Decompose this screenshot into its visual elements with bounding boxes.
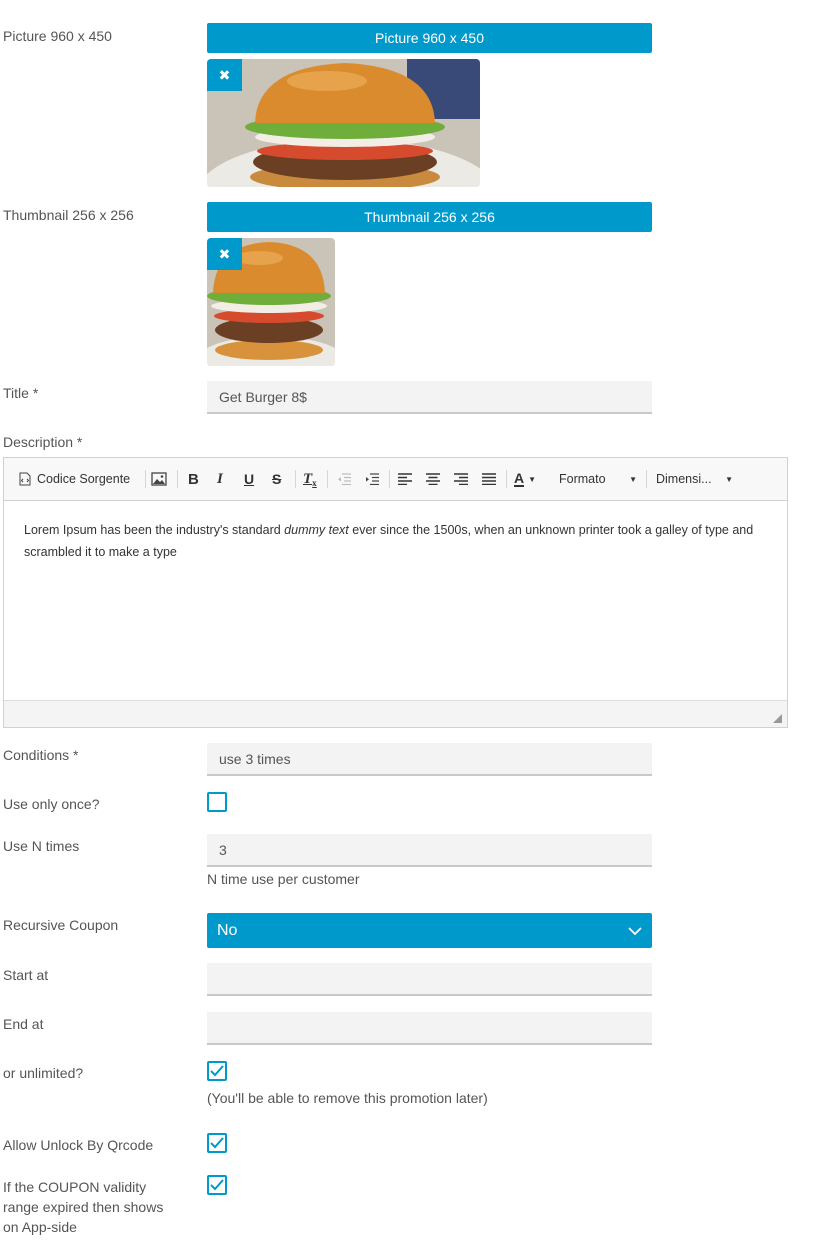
use-n-times-label: Use N times	[3, 838, 80, 854]
toolbar-divider	[327, 470, 328, 488]
text-color-icon: A	[514, 470, 525, 487]
outdent-icon	[338, 473, 351, 485]
use-n-times-help: N time use per customer	[207, 871, 360, 887]
title-input[interactable]: Get Burger 8$	[207, 381, 652, 414]
recursive-coupon-label: Recursive Coupon	[3, 917, 119, 933]
toolbar-divider	[506, 470, 507, 488]
description-italic-text: dummy text	[284, 523, 349, 537]
resize-handle-icon[interactable]	[773, 714, 782, 723]
end-at-label: End at	[3, 1016, 44, 1032]
align-left-button[interactable]	[398, 469, 412, 489]
remove-thumbnail-button[interactable]: ✖	[207, 238, 242, 270]
bold-icon[interactable]: B	[188, 469, 199, 489]
description-text: Lorem Ipsum has been the industry's stan…	[24, 523, 285, 537]
size-dropdown-label: Dimensi...	[656, 472, 712, 486]
align-justify-icon	[482, 473, 496, 485]
picture-preview: ✖	[207, 59, 480, 187]
conditions-label: Conditions *	[3, 747, 79, 763]
expired-show-label: If the COUPON validity range expired the…	[3, 1179, 164, 1235]
italic-icon[interactable]: I	[217, 469, 223, 489]
chevron-down-icon: ▼	[528, 474, 537, 484]
toolbar-divider	[389, 470, 390, 488]
toolbar-divider	[646, 470, 647, 488]
unlimited-help: (You'll be able to remove this promotion…	[207, 1090, 488, 1106]
title-label: Title *	[3, 385, 39, 401]
align-right-icon	[454, 473, 468, 485]
description-editor-content[interactable]: Lorem Ipsum has been the industry's stan…	[24, 519, 769, 563]
indent-button[interactable]	[365, 469, 379, 489]
checkmark-icon	[210, 1137, 224, 1149]
source-button[interactable]: Codice Sorgente	[19, 469, 130, 489]
checkmark-icon	[210, 1065, 224, 1077]
source-icon	[19, 472, 31, 486]
format-dropdown-label: Formato	[559, 472, 606, 486]
format-dropdown[interactable]: Formato ▼	[559, 469, 637, 489]
unlimited-checkbox[interactable]	[207, 1061, 227, 1081]
checkmark-icon	[210, 1179, 224, 1191]
allow-unlock-checkbox[interactable]	[207, 1133, 227, 1153]
recursive-coupon-value: No	[217, 921, 238, 939]
underline-icon[interactable]: U	[244, 469, 254, 489]
start-at-input[interactable]	[207, 963, 652, 996]
thumbnail-preview: ✖	[207, 238, 335, 366]
conditions-input[interactable]: use 3 times	[207, 743, 652, 776]
unlimited-label: or unlimited?	[3, 1065, 84, 1081]
toolbar-divider	[295, 470, 296, 488]
toolbar-divider	[145, 470, 146, 488]
text-color-button[interactable]: A ▼	[514, 469, 536, 489]
thumbnail-upload-button[interactable]: Thumbnail 256 x 256	[207, 202, 652, 232]
chevron-down-icon: ▼	[725, 474, 733, 484]
insert-image-button[interactable]	[151, 469, 167, 489]
allow-unlock-label: Allow Unlock By Qrcode	[3, 1137, 154, 1153]
picture-label: Picture 960 x 450	[3, 28, 112, 44]
outdent-button[interactable]	[337, 469, 351, 489]
size-dropdown[interactable]: Dimensi... ▼	[656, 469, 733, 489]
picture-upload-button[interactable]: Picture 960 x 450	[207, 23, 652, 53]
align-center-button[interactable]	[426, 469, 440, 489]
toolbar-divider	[177, 470, 178, 488]
start-at-label: Start at	[3, 967, 49, 983]
align-right-button[interactable]	[454, 469, 468, 489]
align-justify-button[interactable]	[482, 469, 496, 489]
strikethrough-icon[interactable]: S	[272, 469, 281, 489]
image-icon	[151, 472, 167, 486]
remove-picture-button[interactable]: ✖	[207, 59, 242, 91]
chevron-down-icon: ▼	[629, 474, 637, 484]
expired-show-checkbox[interactable]	[207, 1175, 227, 1195]
use-only-once-label: Use only once?	[3, 796, 100, 812]
burger-picture-image	[207, 59, 480, 187]
end-at-input[interactable]	[207, 1012, 652, 1045]
thumbnail-label: Thumbnail 256 x 256	[3, 207, 134, 223]
description-editor: Codice Sorgente B I U S Tx A ▼ Formato ▼…	[3, 457, 788, 728]
editor-toolbar: Codice Sorgente B I U S Tx A ▼ Formato ▼…	[4, 458, 787, 501]
editor-statusbar	[4, 700, 787, 727]
source-label: Codice Sorgente	[37, 472, 131, 486]
indent-icon	[366, 473, 379, 485]
chevron-down-icon	[628, 926, 642, 935]
use-only-once-checkbox[interactable]	[207, 792, 227, 812]
description-label: Description *	[3, 434, 83, 450]
align-left-icon	[398, 473, 412, 485]
recursive-coupon-select[interactable]: No	[207, 913, 652, 948]
align-center-icon	[426, 473, 440, 485]
use-n-times-input[interactable]: 3	[207, 834, 652, 867]
clear-format-icon[interactable]: Tx	[303, 469, 317, 489]
